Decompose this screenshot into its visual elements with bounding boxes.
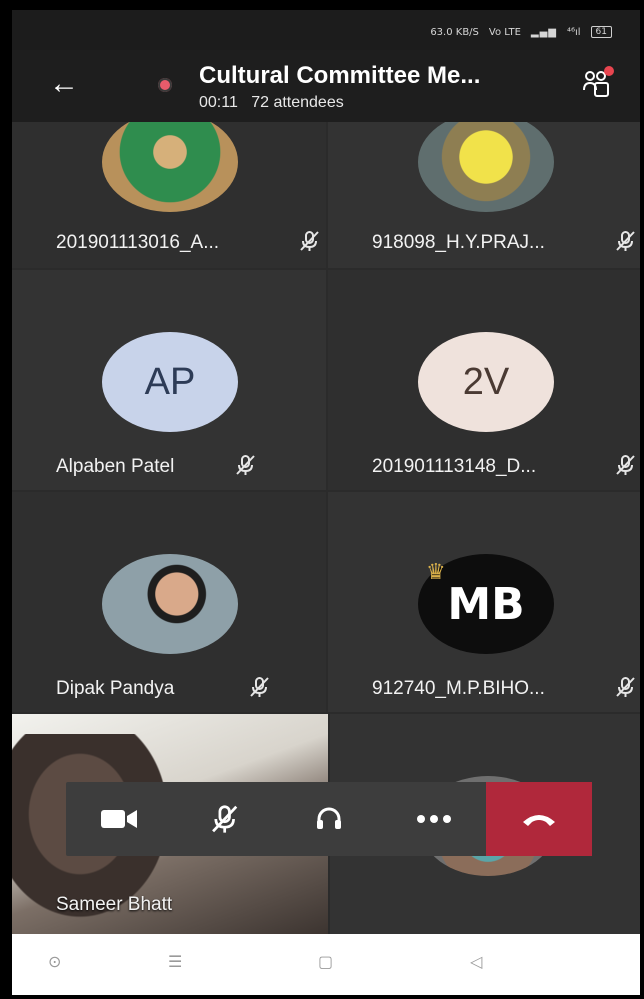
participant-name: 201901113016_A... xyxy=(56,232,220,253)
participant-tile[interactable]: ♛ MB 912740_M.P.BIHO... xyxy=(328,492,640,712)
status-bar: 63.0 KB/S Vo LTE ▂▄▆ ⁴⁶ıl 61 xyxy=(12,10,640,50)
logo-avatar: ♛ MB xyxy=(418,554,554,654)
circle-icon[interactable]: ⊙ xyxy=(48,952,61,972)
participant-tile[interactable]: 201901113016_A... xyxy=(12,122,326,268)
participant-name: Sameer Bhatt xyxy=(56,894,173,915)
notification-dot xyxy=(604,66,614,76)
status-indicators: 63.0 KB/S Vo LTE ▂▄▆ ⁴⁶ıl 61 xyxy=(430,26,612,38)
more-options-button[interactable] xyxy=(381,782,486,856)
phone-frame: 63.0 KB/S Vo LTE ▂▄▆ ⁴⁶ıl 61 ← Cultural … xyxy=(0,0,644,999)
participant-tile[interactable]: 2V 201901113148_D... xyxy=(328,270,640,490)
initials-avatar: AP xyxy=(102,332,238,432)
audio-button[interactable] xyxy=(276,782,381,856)
mic-off-icon xyxy=(211,805,237,833)
meeting-title: Cultural Committee Me... xyxy=(199,62,481,89)
participant-photo-avatar xyxy=(102,122,238,212)
video-camera-icon xyxy=(100,810,137,828)
participant-name: 201901113148_D... xyxy=(372,456,537,477)
hang-up-icon xyxy=(523,815,555,826)
battery-indicator: 61 xyxy=(590,26,612,38)
network-speed: 63.0 KB/S xyxy=(430,26,479,38)
back-arrow-icon[interactable]: ← xyxy=(48,68,80,100)
meeting-header: ← Cultural Committee Me... 00:11 72 atte… xyxy=(12,50,640,122)
elapsed-time: 00:11 xyxy=(199,94,238,111)
signal-4g-indicator: ⁴⁶ıl xyxy=(566,26,581,38)
mic-off-icon xyxy=(300,231,319,251)
participant-tile[interactable]: Dipak Pandya xyxy=(12,492,326,712)
participant-tile[interactable]: 918098_H.Y.PRAJ... xyxy=(328,122,640,268)
mute-button[interactable] xyxy=(171,782,276,856)
avatar-initials: AP xyxy=(144,360,196,403)
mic-off-icon xyxy=(616,455,635,475)
participant-name: Alpaben Patel xyxy=(56,456,175,477)
participant-name: 918098_H.Y.PRAJ... xyxy=(372,232,545,253)
mic-off-icon xyxy=(250,677,269,697)
volte-indicator: Vo LTE xyxy=(488,26,521,38)
participants-icon[interactable] xyxy=(580,66,614,100)
recording-indicator xyxy=(158,78,172,92)
signal-icon: ▂▄▆ xyxy=(530,26,557,38)
avatar-logo-text: MB xyxy=(447,578,525,630)
attendee-count: 72 attendees xyxy=(251,94,344,111)
menu-icon[interactable]: ☰ xyxy=(168,952,182,972)
mic-off-icon xyxy=(616,231,635,251)
participant-photo-avatar xyxy=(102,554,238,654)
teams-meeting-screen: 63.0 KB/S Vo LTE ▂▄▆ ⁴⁶ıl 61 ← Cultural … xyxy=(12,10,640,995)
camera-button[interactable] xyxy=(66,782,171,856)
hang-up-button[interactable] xyxy=(486,782,592,856)
mic-off-icon xyxy=(236,455,255,475)
mic-off-icon xyxy=(616,677,635,697)
participant-name: Dipak Pandya xyxy=(56,678,175,699)
avatar-initials: 2V xyxy=(462,360,510,403)
participant-tile[interactable]: AP Alpaben Patel xyxy=(12,270,326,490)
call-controls-bar xyxy=(66,782,592,856)
meeting-subtitle: 00:11 72 attendees xyxy=(199,94,344,112)
headset-icon xyxy=(316,807,341,829)
square-icon[interactable]: ▢ xyxy=(318,952,333,972)
back-triangle-icon[interactable]: ◁ xyxy=(470,952,482,972)
crown-icon: ♛ xyxy=(426,560,446,585)
participant-name: 912740_M.P.BIHO... xyxy=(372,678,545,699)
system-nav-bar: ⊙ ☰ ▢ ◁ xyxy=(12,934,640,995)
more-icon xyxy=(416,815,451,823)
initials-avatar: 2V xyxy=(418,332,554,432)
participant-photo-avatar xyxy=(418,122,554,212)
